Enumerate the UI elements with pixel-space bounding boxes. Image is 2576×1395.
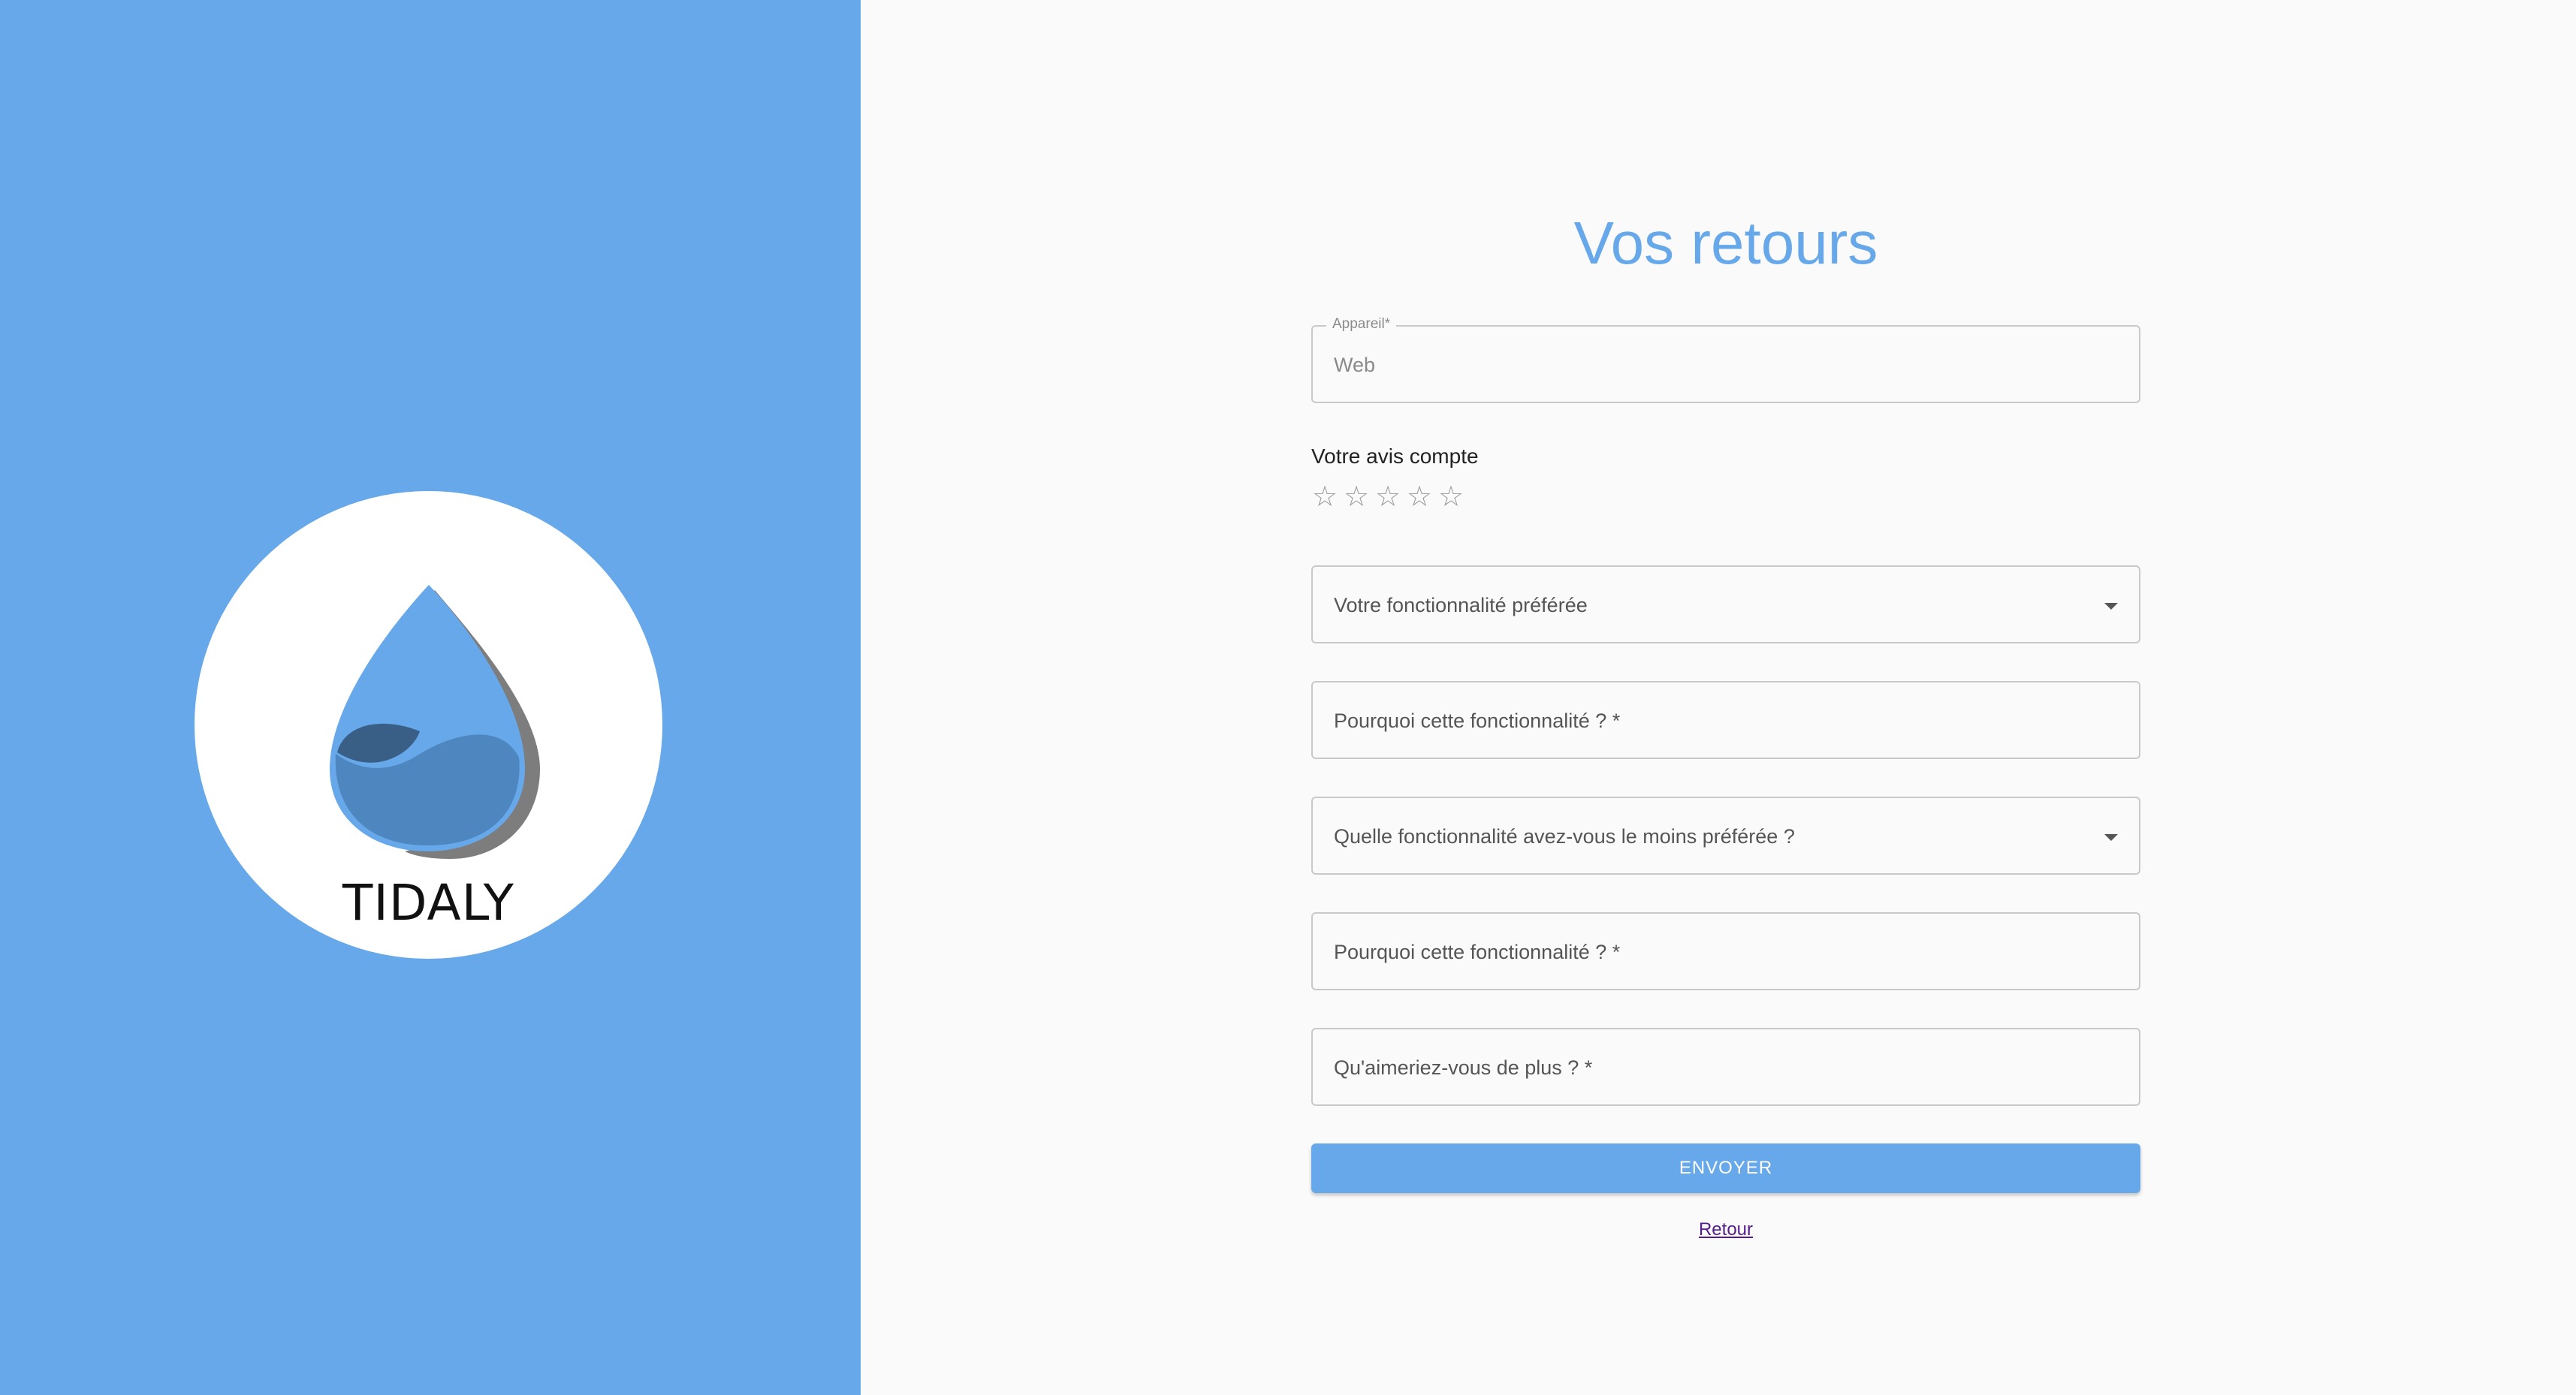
chevron-down-icon[interactable] — [2104, 834, 2118, 841]
rating-label: Votre avis compte — [1311, 444, 1479, 468]
favorite-feature-label: Votre fonctionnalité préférée — [1334, 594, 1588, 616]
page: TIDALY Vos retours Appareil* Web Votre a… — [0, 0, 2576, 1395]
favorite-reason-label: Pourquoi cette fonctionnalité ? * — [1334, 710, 1621, 732]
star-outline-icon[interactable]: ☆ — [1406, 482, 1433, 511]
back-link-container: Retour — [1311, 1219, 2140, 1240]
star-rating: ☆ ☆ ☆ ☆ ☆ — [1311, 482, 1464, 511]
star-outline-icon[interactable]: ☆ — [1437, 482, 1464, 511]
back-link[interactable]: Retour — [1699, 1219, 1753, 1240]
favorite-reason-input[interactable]: Pourquoi cette fonctionnalité ? * — [1311, 681, 2140, 759]
brand-panel: TIDALY — [0, 0, 861, 1395]
chevron-down-icon[interactable] — [2104, 603, 2118, 610]
least-favorite-feature-select[interactable]: Quelle fonctionnalité avez-vous le moins… — [1311, 797, 2140, 875]
feedback-panel: Vos retours Appareil* Web Votre avis com… — [861, 0, 2576, 1395]
device-field-value: Web — [1334, 354, 1376, 376]
star-outline-icon[interactable]: ☆ — [1343, 482, 1370, 511]
device-field[interactable]: Appareil* Web — [1311, 316, 2140, 403]
least-favorite-feature-label: Quelle fonctionnalité avez-vous le moins… — [1334, 825, 1795, 848]
submit-button[interactable]: ENVOYER — [1311, 1143, 2140, 1193]
wish-label: Qu'aimeriez-vous de plus ? * — [1334, 1056, 1593, 1079]
wish-input[interactable]: Qu'aimeriez-vous de plus ? * — [1311, 1028, 2140, 1106]
star-outline-icon[interactable]: ☆ — [1374, 482, 1401, 511]
brand-name: TIDALY — [342, 874, 514, 932]
least-favorite-reason-label: Pourquoi cette fonctionnalité ? * — [1334, 941, 1621, 963]
water-drop-logo-icon — [330, 585, 540, 859]
page-title: Vos retours — [1573, 209, 1878, 276]
favorite-feature-select[interactable]: Votre fonctionnalité préférée — [1311, 565, 2140, 643]
device-field-legend: Appareil* — [1326, 316, 1397, 333]
least-favorite-reason-input[interactable]: Pourquoi cette fonctionnalité ? * — [1311, 912, 2140, 990]
logo: TIDALY — [195, 491, 662, 959]
star-outline-icon[interactable]: ☆ — [1311, 482, 1338, 511]
